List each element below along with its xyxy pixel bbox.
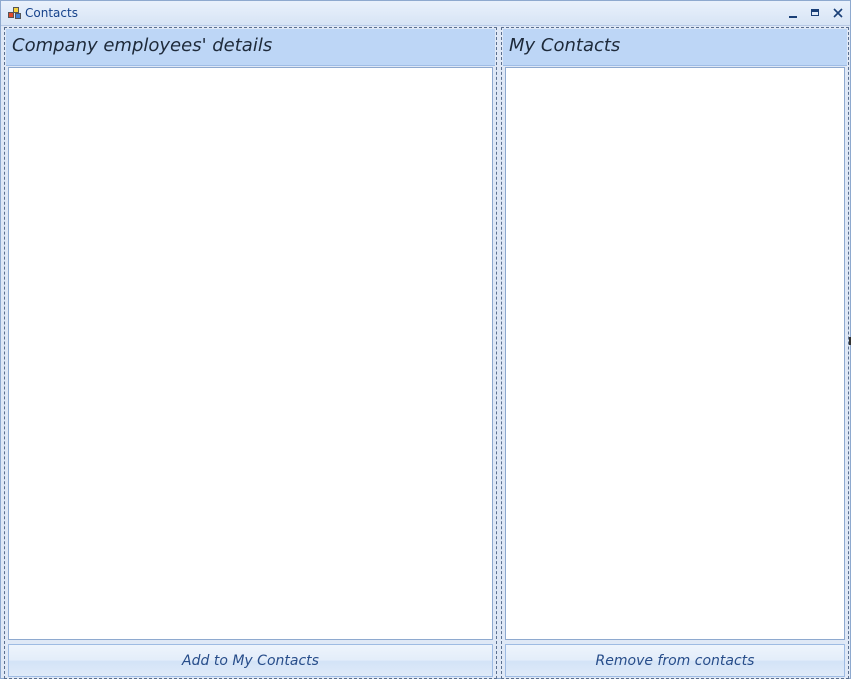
maximize-button[interactable] (807, 5, 823, 21)
title-bar[interactable]: Contacts (1, 1, 850, 26)
contacts-window: Contacts Company employees' details Add … (0, 0, 851, 679)
remove-from-contacts-button[interactable]: Remove from contacts (505, 644, 845, 677)
maximize-icon (811, 9, 819, 16)
window-title: Contacts (25, 6, 78, 20)
employees-panel-header: Company employees' details (6, 29, 495, 66)
my-contacts-panel-header: My Contacts (503, 29, 847, 66)
app-icon (8, 7, 22, 20)
my-contacts-panel: My Contacts Remove from contacts (501, 27, 849, 679)
add-to-my-contacts-button[interactable]: Add to My Contacts (8, 644, 493, 677)
employees-panel: Company employees' details Add to My Con… (4, 27, 497, 679)
close-icon (833, 8, 843, 18)
my-contacts-panel-title: My Contacts (509, 35, 621, 56)
employees-panel-title: Company employees' details (12, 35, 273, 56)
close-button[interactable] (830, 5, 846, 21)
my-contacts-list[interactable] (505, 67, 845, 640)
minimize-button[interactable] (785, 5, 801, 21)
employees-list[interactable] (8, 67, 493, 640)
minimize-icon (789, 16, 797, 18)
